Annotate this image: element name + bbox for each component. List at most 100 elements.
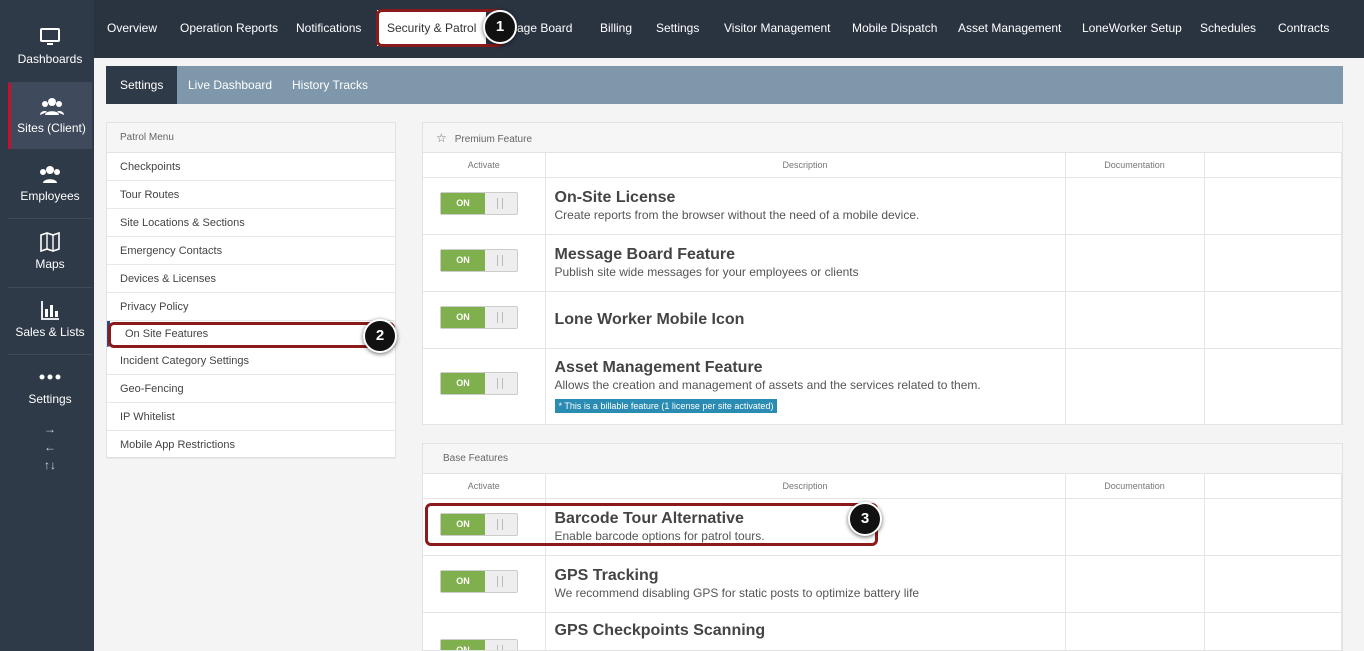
gps-tracking-toggle[interactable]: ON <box>440 569 518 593</box>
menu-item-incident-category[interactable]: Incident Category Settings <box>107 347 395 375</box>
sidebar-item-sales[interactable]: Sales & Lists <box>8 299 92 339</box>
sidebar-item-maps[interactable]: Maps <box>8 231 92 271</box>
tab-notifications[interactable]: Notifications <box>296 10 361 46</box>
sidebar-item-sites[interactable]: Sites (Client) <box>8 83 92 149</box>
column-empty <box>1204 474 1342 499</box>
sidebar-item-settings[interactable]: Settings <box>8 366 92 406</box>
top-nav: Overview Operation Reports Notifications… <box>94 0 1364 58</box>
table-header-row: Activate Description Documentation <box>423 153 1342 178</box>
description-cell: Lone Worker Mobile Icon <box>545 291 1066 349</box>
subtab-live-dashboard[interactable]: Live Dashboard <box>174 66 286 104</box>
menu-item-tour-routes[interactable]: Tour Routes <box>107 181 395 209</box>
tab-settings[interactable]: Settings <box>656 10 699 46</box>
arrow-right-icon: → <box>44 422 56 436</box>
empty-cell <box>1204 555 1342 613</box>
empty-cell <box>1204 177 1342 235</box>
feature-title: On-Site License <box>554 189 676 206</box>
tab-overview[interactable]: Overview <box>107 10 157 46</box>
billable-badge: * This is a billable feature (1 license … <box>554 399 778 413</box>
feature-title: GPS Tracking <box>554 567 659 584</box>
subtab-settings[interactable]: Settings <box>106 66 178 104</box>
feature-title: Asset Management Feature <box>554 359 763 376</box>
description-cell: Asset Management Feature Allows the creat… <box>545 348 1066 425</box>
table-header-row: Activate Description Documentation <box>423 474 1342 499</box>
base-features-panel: Base Features Activate Description Documen… <box>422 443 1343 651</box>
documentation-cell <box>1065 555 1205 613</box>
description-cell: GPS Checkpoints Scanning <box>545 612 1066 650</box>
tab-visitor-management[interactable]: Visitor Management <box>724 10 831 46</box>
table-row: ON Lone Worker Mobile Icon <box>423 291 1342 349</box>
tab-asset-management[interactable]: Asset Management <box>958 10 1061 46</box>
tab-schedules[interactable]: Schedules <box>1200 10 1256 46</box>
subtab-history-tracks[interactable]: History Tracks <box>278 66 382 104</box>
toggle-grip <box>497 575 503 587</box>
empty-cell <box>1204 498 1342 556</box>
sidebar-item-label: Employees <box>20 189 80 203</box>
gps-checkpoints-toggle[interactable]: ON <box>440 638 518 650</box>
callout-highlight-2 <box>108 322 395 348</box>
on-site-license-toggle[interactable]: ON <box>440 191 518 215</box>
sidebar-item-employees[interactable]: Employees <box>8 163 92 203</box>
menu-item-checkpoints[interactable]: Checkpoints <box>107 153 395 181</box>
column-activate: Activate <box>423 153 546 178</box>
column-documentation: Documentation <box>1065 153 1205 178</box>
sidebar-item-label: Settings <box>28 392 72 406</box>
menu-item-site-locations[interactable]: Site Locations & Sections <box>107 209 395 237</box>
callout-badge-3: 3 <box>848 502 882 536</box>
tab-contracts[interactable]: Contracts <box>1278 10 1329 46</box>
menu-item-mobile-app-restrictions[interactable]: Mobile App Restrictions <box>107 431 395 459</box>
message-board-toggle[interactable]: ON <box>440 248 518 272</box>
sidebar-collapse-arrows[interactable]: → ← ↑↓ <box>8 420 92 474</box>
table-row: ON Asset Management Feature Allows the cre… <box>423 348 1342 425</box>
toggle-on-label: ON <box>441 570 485 592</box>
feature-title: Message Board Feature <box>554 246 736 263</box>
app-window: Dashboards Sites (Client) Employees Maps… <box>0 0 1364 651</box>
lone-worker-toggle[interactable]: ON <box>440 305 518 329</box>
tab-mobile-dispatch[interactable]: Mobile Dispatch <box>852 10 937 46</box>
menu-item-geo-fencing[interactable]: Geo-Fencing <box>107 375 395 403</box>
feature-description: Allows the creation and management of as… <box>554 378 981 392</box>
sidebar-item-label: Sales & Lists <box>15 325 85 339</box>
toggle-grip <box>497 644 503 650</box>
tab-message-board[interactable]: sage Board <box>511 10 572 46</box>
asset-management-toggle[interactable]: ON <box>440 372 518 395</box>
documentation-cell <box>1065 348 1205 425</box>
documentation-cell <box>1065 234 1205 292</box>
activate-cell: ON <box>423 177 546 235</box>
feature-title: Lone Worker Mobile Icon <box>554 311 745 328</box>
column-description: Description <box>545 474 1066 499</box>
column-description: Description <box>545 153 1066 178</box>
table-row: ON On-Site License Create reports from the… <box>423 177 1342 235</box>
patrol-menu-panel: Patrol Menu Checkpoints Tour Routes Site… <box>106 122 396 459</box>
description-cell: Message Board Feature Publish site wide m… <box>545 234 1066 292</box>
empty-cell <box>1204 234 1342 292</box>
activate-cell: ON <box>423 612 546 650</box>
documentation-cell <box>1065 291 1205 349</box>
tab-loneworker-setup[interactable]: LoneWorker Setup <box>1082 10 1182 46</box>
documentation-cell <box>1065 498 1205 556</box>
feature-title: GPS Checkpoints Scanning <box>554 621 766 639</box>
table-row: ON GPS Tracking We recommend disabling GPS… <box>423 555 1342 613</box>
menu-item-devices-licenses[interactable]: Devices & Licenses <box>107 265 395 293</box>
menu-item-privacy-policy[interactable]: Privacy Policy <box>107 293 395 321</box>
group-icon <box>39 98 64 115</box>
sidebar-item-dashboards[interactable]: Dashboards <box>8 26 92 66</box>
feature-description: Create reports from the browser without … <box>554 208 920 222</box>
description-cell: GPS Tracking We recommend disabling GPS f… <box>545 555 1066 613</box>
feature-description: Publish site wide messages for your empl… <box>554 265 859 279</box>
callout-highlight-3 <box>425 503 878 546</box>
activate-cell: ON <box>423 348 546 425</box>
menu-item-emergency-contacts[interactable]: Emergency Contacts <box>107 237 395 265</box>
toggle-grip <box>497 254 503 266</box>
table-row: ON GPS Checkpoints Scanning <box>423 612 1342 650</box>
description-cell: On-Site License Create reports from the b… <box>545 177 1066 235</box>
tab-operation-reports[interactable]: Operation Reports <box>180 10 278 46</box>
table-row: ON Message Board Feature Publish site wide… <box>423 234 1342 292</box>
sidebar-divider <box>8 287 92 288</box>
base-features-title: Base Features <box>423 444 1342 474</box>
sub-nav: Settings Live Dashboard History Tracks <box>106 66 1343 104</box>
toggle-grip <box>497 197 503 209</box>
tab-billing[interactable]: Billing <box>600 10 632 46</box>
star-icon: ☆ <box>436 131 447 145</box>
menu-item-ip-whitelist[interactable]: IP Whitelist <box>107 403 395 431</box>
